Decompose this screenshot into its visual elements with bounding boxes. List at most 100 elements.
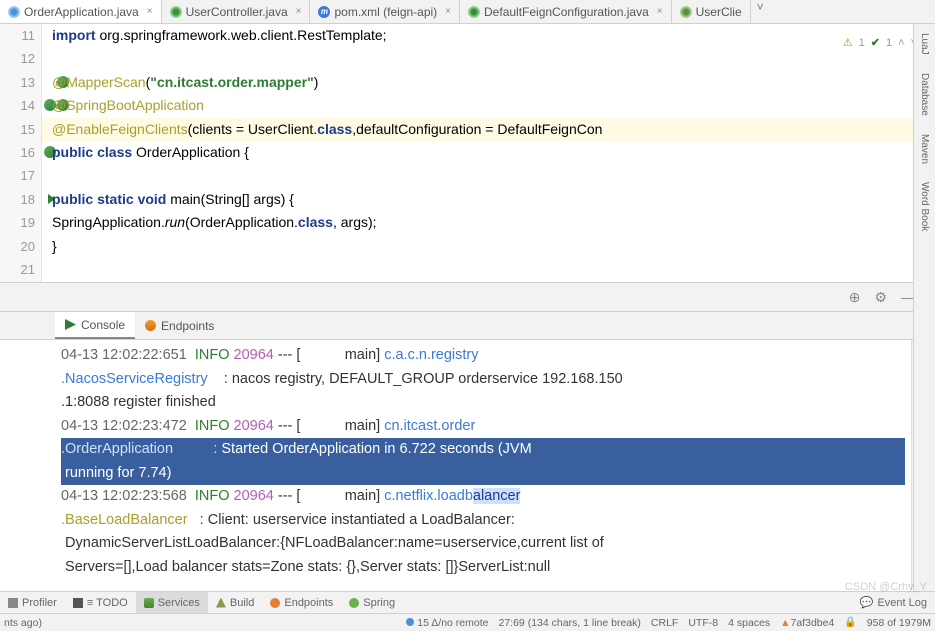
line-number[interactable]: 15 <box>0 118 35 141</box>
event-icon: 💬 <box>860 596 874 609</box>
code-line <box>52 47 935 70</box>
line-number[interactable]: 17 <box>0 164 35 187</box>
tab-pom[interactable]: mpom.xml (feign-api)× <box>310 0 460 23</box>
code-line: public static void main(String[] args) { <box>52 188 935 211</box>
ok-count: 1 <box>886 32 892 55</box>
gutter: 1112131415161718192021 <box>0 24 42 282</box>
log-line: DynamicServerListLoadBalancer:{NFLoadBal… <box>61 532 905 556</box>
code-line: import org.springframework.web.client.Re… <box>52 24 935 47</box>
tool-panel-header: ⊕ ⚙ — <box>0 282 935 312</box>
code-line: @SpringBootApplication <box>52 94 935 117</box>
caret-position[interactable]: 27:69 (134 chars, 1 line break) <box>499 617 641 629</box>
line-number[interactable]: 12 <box>0 47 35 70</box>
tab-label: DefaultFeignConfiguration.java <box>484 5 649 19</box>
console-tab-console[interactable]: Console <box>55 312 135 339</box>
line-number[interactable]: 16 <box>0 141 35 164</box>
warn-icon: ⚠ <box>843 32 853 55</box>
log-line: 04-13 12:02:22:651 INFO 20964 --- [ main… <box>61 344 905 368</box>
log-line: 04-13 12:02:23:472 INFO 20964 --- [ main… <box>61 415 905 439</box>
toolwindow-endpoints[interactable]: Endpoints <box>262 592 341 613</box>
tab-overflow-icon[interactable]: ˅ <box>751 0 770 23</box>
git-status[interactable]: 15 Δ/no remote <box>406 617 488 629</box>
editor: 1112131415161718192021 ⚠1 ✔1 ˄ ˅ import … <box>0 24 935 282</box>
lock-icon[interactable]: 🔒 <box>844 617 856 628</box>
line-number[interactable]: 11 <box>0 24 35 47</box>
tab-label: OrderApplication.java <box>24 5 139 19</box>
line-number[interactable]: 14 <box>0 94 35 117</box>
encoding[interactable]: UTF-8 <box>688 617 718 629</box>
console-body: 04-13 12:02:22:651 INFO 20964 --- [ main… <box>0 340 935 590</box>
toolwindow-services[interactable]: Services <box>136 592 208 613</box>
console-gutter <box>0 340 55 590</box>
tool-word-book[interactable]: Word Book <box>919 179 930 234</box>
spring-icon <box>349 598 359 608</box>
tab-label: pom.xml (feign-api) <box>334 5 437 19</box>
git-branch[interactable]: ▲7af3dbe4 <box>780 617 834 629</box>
tool-database[interactable]: Database <box>919 70 930 119</box>
todo-icon <box>73 598 83 608</box>
line-number[interactable]: 21 <box>0 258 35 281</box>
warn-count: 1 <box>859 32 865 55</box>
class-file-icon <box>468 6 480 18</box>
line-number[interactable]: 18 <box>0 188 35 211</box>
chevron-up-icon[interactable]: ˄ <box>898 32 904 55</box>
log-line: .NacosServiceRegistry : nacos registry, … <box>61 368 905 392</box>
line-number[interactable]: 13 <box>0 71 35 94</box>
ep2-icon <box>270 598 280 608</box>
log-line: .1:8088 register finished <box>61 391 905 415</box>
status-left: nts ago) <box>4 617 42 629</box>
close-icon[interactable]: × <box>147 6 153 17</box>
play-icon <box>65 319 76 330</box>
toolwindow-label: ≡ TODO <box>87 597 128 609</box>
code-area[interactable]: ⚠1 ✔1 ˄ ˅ import org.springframework.web… <box>42 24 935 282</box>
code-line: } <box>52 235 935 258</box>
line-number[interactable]: 20 <box>0 235 35 258</box>
close-icon[interactable]: × <box>445 6 451 17</box>
ep-icon <box>145 320 156 331</box>
memory[interactable]: 958 of 1979M <box>867 617 931 629</box>
int-file-icon <box>680 6 692 18</box>
warn-triangle-icon: ▲ <box>780 617 790 629</box>
java-file-icon <box>8 6 20 18</box>
event-log[interactable]: 💬Event Log <box>852 592 935 613</box>
code-line: public class OrderApplication { <box>52 141 935 164</box>
log-line: Servers=[],Load balancer stats=Zone stat… <box>61 556 905 580</box>
tab-defaultfeignconfiguration[interactable]: DefaultFeignConfiguration.java × <box>460 0 672 23</box>
toolwindow-profiler[interactable]: Profiler <box>0 592 65 613</box>
code-line: @EnableFeignClients(clients = UserClient… <box>42 118 935 141</box>
tab-usercontroller[interactable]: UserController.java × <box>162 0 311 23</box>
prof-icon <box>8 598 18 608</box>
indent[interactable]: 4 spaces <box>728 617 770 629</box>
toolwindow-build[interactable]: Build <box>208 592 262 613</box>
tab-userclie[interactable]: UserClie <box>672 0 751 23</box>
git-dot-icon <box>406 618 414 626</box>
line-separator[interactable]: CRLF <box>651 617 678 629</box>
editor-tab-bar: OrderApplication.java×UserController.jav… <box>0 0 935 24</box>
console-tab-label: Console <box>81 318 125 332</box>
inspection-widget[interactable]: ⚠1 ✔1 ˄ ˅ <box>843 32 917 55</box>
tab-orderapplication[interactable]: OrderApplication.java × <box>0 0 162 23</box>
toolwindow-spring[interactable]: Spring <box>341 592 403 613</box>
log-line: .OrderApplication : Started OrderApplica… <box>61 438 905 462</box>
console-tab-endpoints[interactable]: Endpoints <box>135 312 224 339</box>
toolwindow-todo[interactable]: ≡ TODO <box>65 592 136 613</box>
log-line: 04-13 12:02:23:568 INFO 20964 --- [ main… <box>61 485 905 509</box>
console-tab-label: Endpoints <box>161 319 214 333</box>
console-output[interactable]: 04-13 12:02:22:651 INFO 20964 --- [ main… <box>55 340 911 590</box>
gear-icon[interactable]: ⚙ <box>874 289 887 306</box>
tab-label: UserController.java <box>186 5 288 19</box>
event-log-label: Event Log <box>877 597 927 609</box>
close-icon[interactable]: × <box>296 6 302 17</box>
toolwindow-label: Build <box>230 597 254 609</box>
tool-luaj[interactable]: LuaJ <box>919 30 930 58</box>
tab-label: UserClie <box>696 5 742 19</box>
toolwindow-label: Services <box>158 597 200 609</box>
target-icon[interactable]: ⊕ <box>849 289 861 306</box>
close-icon[interactable]: × <box>657 6 663 17</box>
tool-maven[interactable]: Maven <box>919 131 930 167</box>
serv-icon <box>144 598 154 608</box>
line-number[interactable]: 19 <box>0 211 35 234</box>
toolwindow-label: Spring <box>363 597 395 609</box>
toolwindow-label: Endpoints <box>284 597 333 609</box>
code-line <box>52 164 935 187</box>
